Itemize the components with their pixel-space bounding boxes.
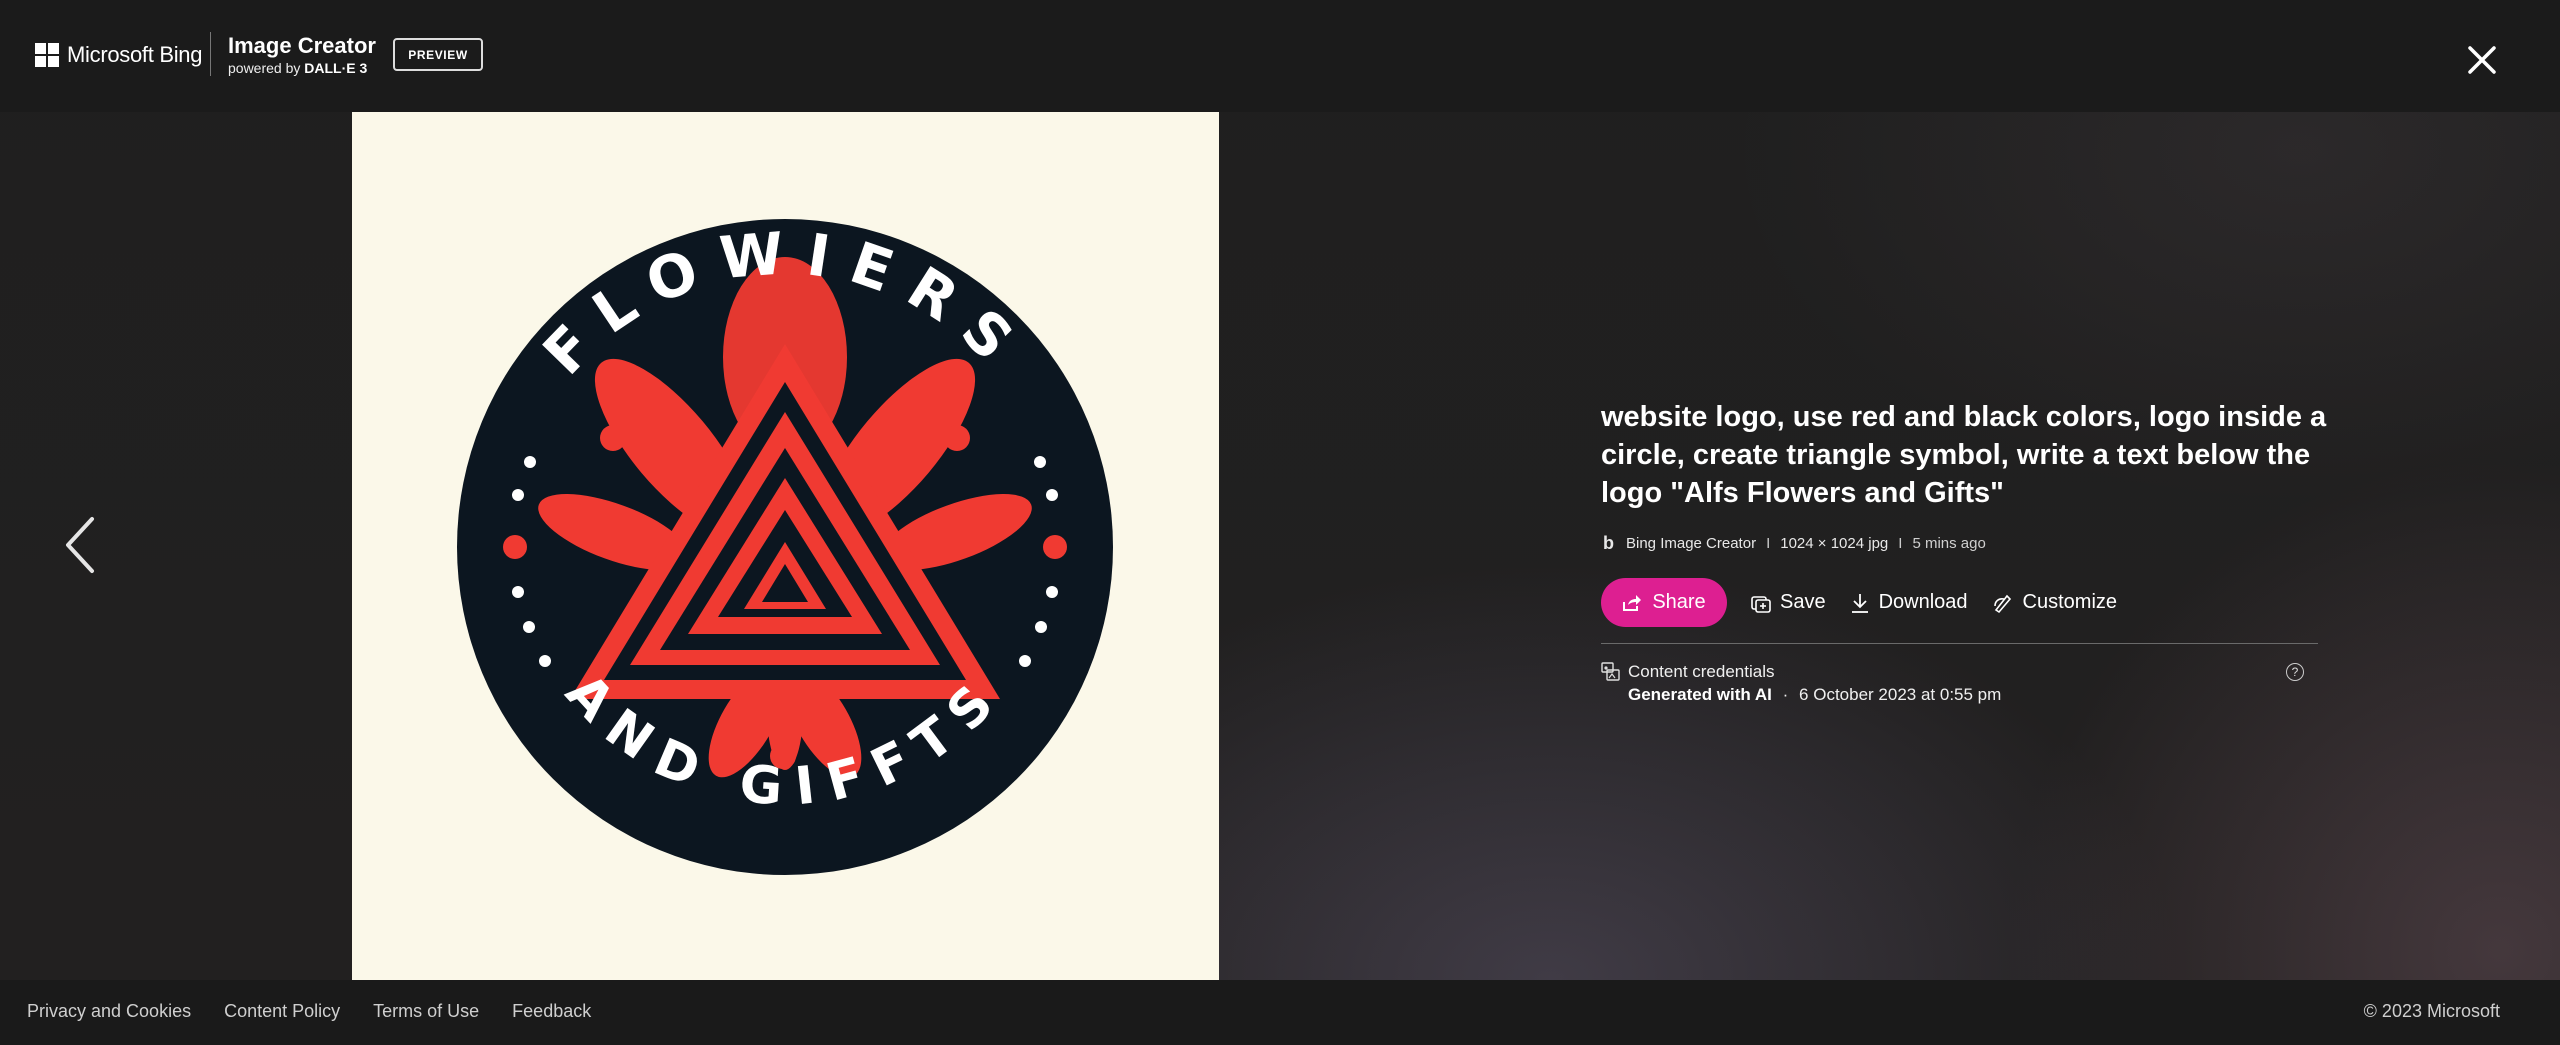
image-meta: b Bing Image Creator I 1024 × 1024 jpg I… <box>1601 533 1986 554</box>
action-bar: Share Save Download Customize <box>1601 578 2117 627</box>
customize-icon <box>1993 594 2011 613</box>
generated-image[interactable]: FLOWIERS AND GIFFTS <box>352 112 1219 980</box>
generation-date: 6 October 2023 at 0:55 pm <box>1799 685 2002 704</box>
top-bar: Microsoft Bing Image Creator powered by … <box>0 0 2560 112</box>
footer-link-terms[interactable]: Terms of Use <box>373 1001 479 1022</box>
logo-artwork: FLOWIERS AND GIFFTS <box>457 218 1113 875</box>
content-credentials-label: Content credentials <box>1628 662 1775 681</box>
help-icon[interactable]: ? <box>2286 663 2304 681</box>
download-icon <box>1851 593 1868 613</box>
details-divider <box>1601 643 2318 644</box>
save-icon <box>1751 595 1771 613</box>
footer-link-privacy[interactable]: Privacy and Cookies <box>27 1001 191 1022</box>
footer-links: Privacy and Cookies Content Policy Terms… <box>27 1001 624 1022</box>
brand-name: Microsoft Bing <box>67 42 203 67</box>
content-credentials-icon <box>1601 662 1620 681</box>
microsoft-logo-icon <box>35 43 59 67</box>
credentials-dot: · <box>1782 685 1789 704</box>
download-label: Download <box>1878 591 1968 613</box>
close-icon[interactable] <box>2462 40 2502 80</box>
model-name: DALL·E 3 <box>304 60 368 76</box>
time-ago-label: 5 mins ago <box>1912 535 1986 552</box>
header-divider <box>210 32 211 76</box>
footer: Privacy and Cookies Content Policy Terms… <box>0 980 2560 1045</box>
preview-badge: PREVIEW <box>393 38 483 71</box>
footer-link-feedback[interactable]: Feedback <box>512 1001 591 1022</box>
powered-by-prefix: powered by <box>228 60 301 76</box>
customize-label: Customize <box>2022 591 2118 613</box>
credentials-details: Generated with AI · 6 October 2023 at 0:… <box>1628 685 2001 705</box>
meta-separator: I <box>1766 535 1771 552</box>
footer-link-content-policy[interactable]: Content Policy <box>224 1001 340 1022</box>
bing-icon: b <box>1603 533 1614 553</box>
copyright: © 2023 Microsoft <box>2363 1001 2500 1021</box>
download-button[interactable]: Download <box>1850 591 1968 614</box>
save-label: Save <box>1780 591 1826 613</box>
share-button[interactable]: Share <box>1601 578 1727 627</box>
save-button[interactable]: Save <box>1751 591 1826 614</box>
chevron-left-icon[interactable] <box>62 515 102 575</box>
generated-with-ai: Generated with AI <box>1628 685 1772 704</box>
source-label: Bing Image Creator <box>1626 535 1757 552</box>
customize-button[interactable]: Customize <box>1992 591 2117 614</box>
image-prompt: website logo, use red and black colors, … <box>1601 401 2327 509</box>
powered-by: powered by DALL·E 3 <box>228 60 367 76</box>
microsoft-bing-logo[interactable]: Microsoft Bing <box>35 42 202 68</box>
share-icon <box>1623 594 1642 611</box>
dimensions-label: 1024 × 1024 jpg <box>1780 535 1889 552</box>
share-label: Share <box>1652 591 1706 613</box>
product-title[interactable]: Image Creator <box>228 33 376 59</box>
meta-separator: I <box>1898 535 1903 552</box>
